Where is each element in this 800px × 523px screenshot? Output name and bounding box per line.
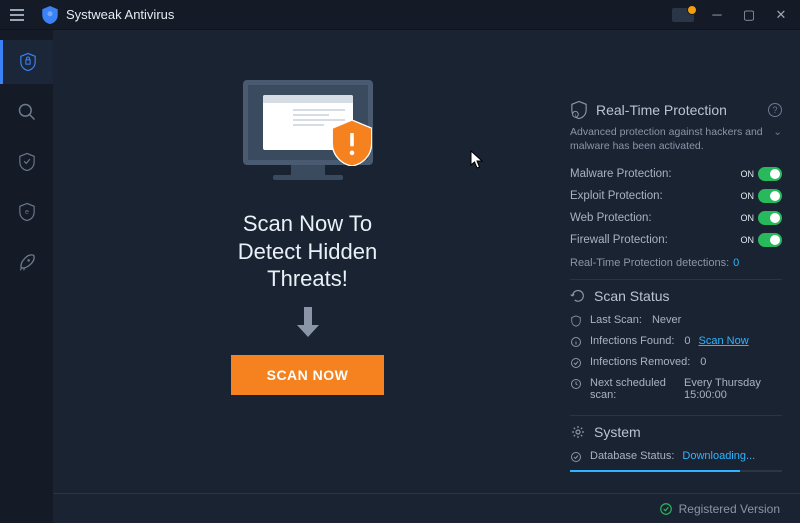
- menu-icon[interactable]: [10, 9, 24, 21]
- footer-text: Registered Version: [679, 502, 780, 516]
- down-arrow-icon: [293, 305, 323, 339]
- sidebar: e: [0, 30, 53, 523]
- svg-text:e: e: [25, 208, 29, 216]
- toggle-exploit: Exploit Protection: ON: [570, 185, 782, 207]
- realtime-header: i Real-Time Protection ?: [570, 100, 782, 120]
- check-circle-icon: [570, 451, 582, 463]
- svg-text:i: i: [575, 112, 576, 117]
- scan-now-link[interactable]: Scan Now: [699, 335, 749, 347]
- mouse-cursor-icon: [470, 150, 484, 170]
- gear-icon: [570, 424, 586, 440]
- toggle-malware-switch[interactable]: ON: [741, 167, 783, 181]
- rocket-icon: [17, 252, 37, 272]
- help-icon[interactable]: ?: [768, 103, 782, 117]
- refresh-icon: [570, 288, 586, 304]
- sidebar-item-home[interactable]: [0, 40, 53, 84]
- chevron-down-icon[interactable]: ⌄: [773, 126, 782, 153]
- titlebar: Systweak Antivirus ─ ▢ ✕: [0, 0, 800, 30]
- toggle-web: Web Protection: ON: [570, 207, 782, 229]
- monitor-illustration: [238, 80, 378, 190]
- shield-check-icon: [17, 152, 37, 172]
- footer: Registered Version: [53, 493, 800, 523]
- sidebar-item-scan[interactable]: [0, 90, 53, 134]
- scan-status-header: Scan Status: [570, 288, 782, 304]
- toggle-malware: Malware Protection: ON: [570, 163, 782, 185]
- next-scan-row: Next scheduled scan:Every Thursday 15:00…: [570, 373, 782, 405]
- info-icon: [570, 336, 582, 348]
- toggle-web-switch[interactable]: ON: [741, 211, 783, 225]
- shield-e-icon: e: [17, 202, 37, 222]
- system-header: System: [570, 424, 782, 440]
- download-progress: [570, 470, 782, 472]
- shield-lock-icon: [18, 52, 38, 72]
- notification-badge-icon[interactable]: [672, 8, 694, 22]
- realtime-note: Advanced protection against hackers and …: [570, 126, 782, 153]
- app-logo-icon: [42, 6, 58, 24]
- scan-heading: Scan Now To Detect Hidden Threats!: [238, 210, 377, 293]
- db-status-value: Downloading...: [682, 450, 755, 462]
- check-circle-green-icon: [659, 502, 673, 516]
- shield-small-icon: [570, 315, 582, 327]
- detections-row: Real-Time Protection detections:0: [570, 257, 782, 269]
- sidebar-item-protection[interactable]: [0, 140, 53, 184]
- alert-shield-icon: [332, 120, 372, 166]
- toggle-firewall-switch[interactable]: ON: [741, 233, 783, 247]
- last-scan-row: Last Scan:Never: [570, 310, 782, 331]
- maximize-button[interactable]: ▢: [740, 6, 758, 24]
- right-panel: i Real-Time Protection ? Advanced protec…: [562, 30, 800, 523]
- toggle-firewall: Firewall Protection: ON: [570, 229, 782, 251]
- realtime-title: Real-Time Protection: [596, 102, 727, 118]
- db-status-row: Database Status: Downloading...: [570, 446, 782, 467]
- minimize-button[interactable]: ─: [708, 6, 726, 24]
- infections-found-row: Infections Found:0 Scan Now: [570, 331, 782, 352]
- close-button[interactable]: ✕: [772, 6, 790, 24]
- system-title: System: [594, 424, 641, 440]
- sidebar-item-optimize[interactable]: [0, 240, 53, 284]
- toggle-exploit-switch[interactable]: ON: [741, 189, 783, 203]
- check-circle-icon: [570, 357, 582, 369]
- scan-status-title: Scan Status: [594, 288, 670, 304]
- infections-removed-row: Infections Removed:0: [570, 352, 782, 373]
- scan-now-button[interactable]: SCAN NOW: [231, 355, 385, 395]
- sidebar-item-privacy[interactable]: e: [0, 190, 53, 234]
- search-icon: [17, 102, 37, 122]
- shield-info-icon: i: [570, 100, 588, 120]
- clock-icon: [570, 378, 582, 390]
- center-panel: Scan Now To Detect Hidden Threats! SCAN …: [53, 30, 562, 523]
- app-title: Systweak Antivirus: [66, 7, 174, 22]
